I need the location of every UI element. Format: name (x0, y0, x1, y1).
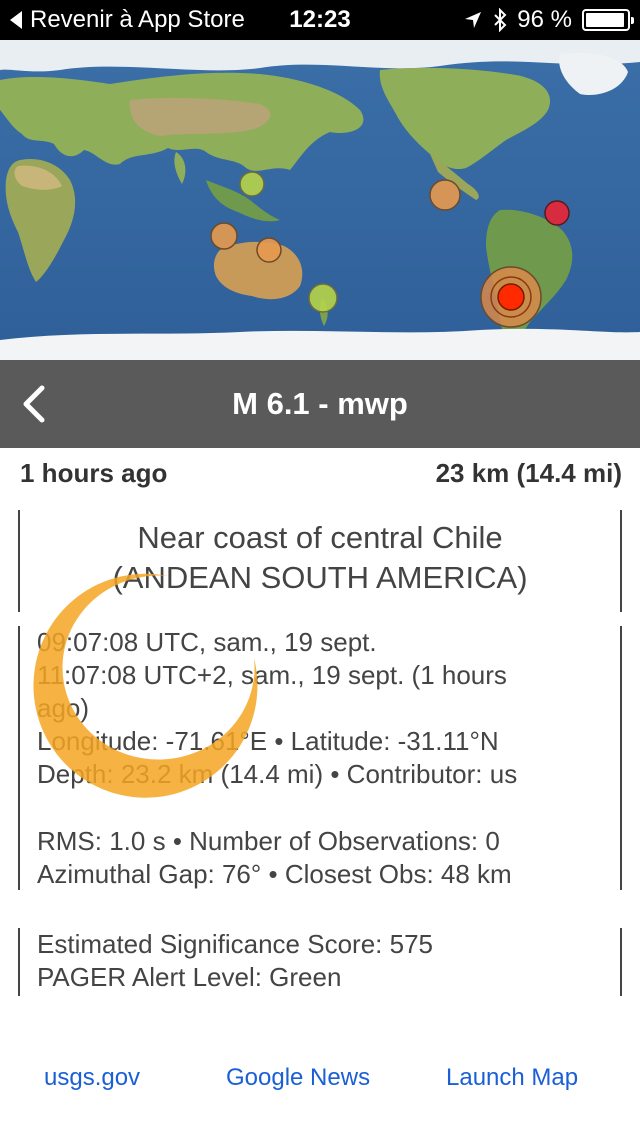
summary-row: 1 hours ago 23 km (14.4 mi) (20, 456, 622, 492)
marker-indonesia-north[interactable] (239, 171, 265, 197)
earthquake-map[interactable] (0, 40, 640, 360)
marker-new-guinea[interactable] (256, 237, 282, 263)
local-time-line-2: ago) (37, 693, 90, 723)
marker-new-zealand[interactable] (308, 283, 338, 313)
location-section: Near coast of central Chile (ANDEAN SOUT… (18, 510, 622, 612)
details-spacer (37, 791, 620, 825)
status-bar: Revenir à App Store 12:23 96 % (0, 0, 640, 40)
local-time-line-1: 11:07:08 UTC+2, sam., 19 sept. (1 hours (37, 660, 507, 690)
world-map (0, 40, 640, 360)
status-right: 96 % (463, 6, 634, 34)
rms-observations: RMS: 1.0 s • Number of Observations: 0 (37, 826, 500, 856)
bluetooth-icon (494, 8, 507, 32)
marker-atlantic[interactable] (544, 200, 570, 226)
utc-time: 09:07:08 UTC, sam., 19 sept. (37, 627, 377, 657)
gap-closest: Azimuthal Gap: 76° • Closest Obs: 48 km (37, 859, 512, 889)
page-title: M 6.1 - mwp (232, 386, 408, 421)
depth-summary: 23 km (14.4 mi) (435, 458, 622, 488)
coordinates: Longitude: -71.61°E • Latitude: -31.11°N (37, 726, 499, 756)
location-arrow-icon (465, 12, 482, 28)
marker-mexico[interactable] (429, 179, 461, 211)
marker-indonesia-west[interactable] (210, 222, 238, 250)
details-section: 09:07:08 UTC, sam., 19 sept. 11:07:08 UT… (18, 626, 622, 890)
depth-contributor: Depth: 23.2 km (14.4 mi) • Contributor: … (37, 759, 518, 789)
nav-bar: M 6.1 - mwp (0, 360, 640, 448)
usgs-link[interactable]: usgs.gov (44, 1064, 140, 1092)
battery-icon (582, 9, 634, 31)
google-news-link[interactable]: Google News (226, 1064, 370, 1092)
launch-map-link[interactable]: Launch Map (446, 1064, 578, 1092)
pager-alert-level: PAGER Alert Level: Green (37, 962, 342, 992)
location-line-1: Near coast of central Chile (137, 520, 503, 555)
battery-fill (586, 13, 625, 27)
time-ago: 1 hours ago (20, 458, 168, 488)
footer-links: usgs.gov Google News Launch Map (0, 1060, 640, 1100)
location-line-2: (ANDEAN SOUTH AMERICA) (112, 560, 528, 595)
significance-section: Estimated Significance Score: 575 PAGER … (18, 928, 622, 996)
marker-chile-selected[interactable] (480, 266, 542, 328)
battery-percent: 96 % (517, 6, 572, 33)
significance-score: Estimated Significance Score: 575 (37, 929, 433, 959)
